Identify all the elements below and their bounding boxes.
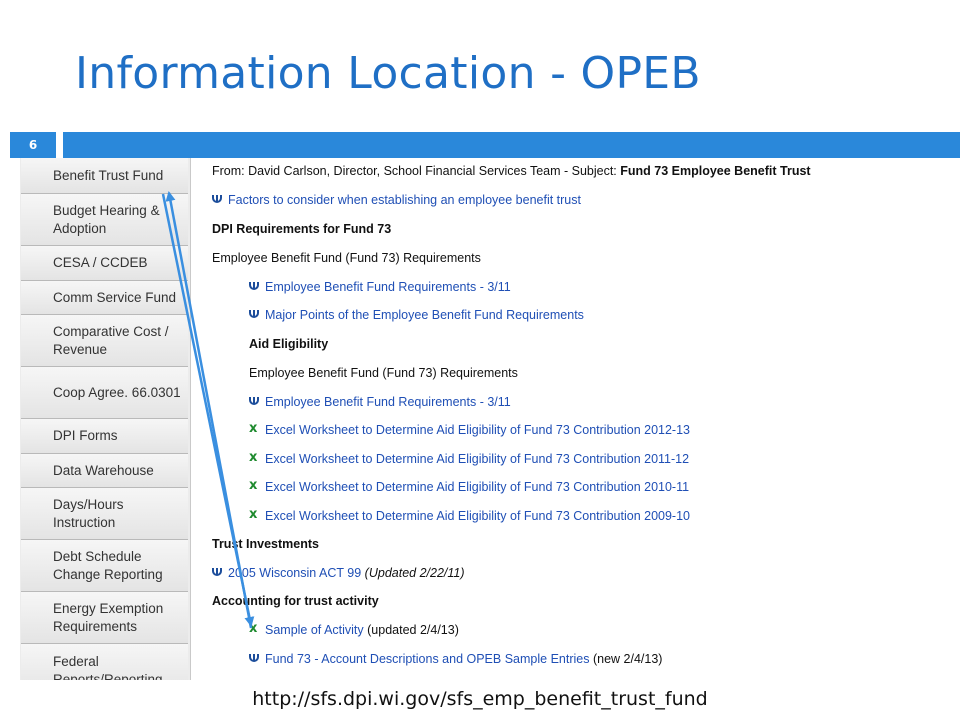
arrow-up (165, 191, 253, 629)
source-url: http://sfs.dpi.wi.gov/sfs_emp_benefit_tr… (252, 688, 708, 710)
annotation-arrows (161, 191, 255, 629)
